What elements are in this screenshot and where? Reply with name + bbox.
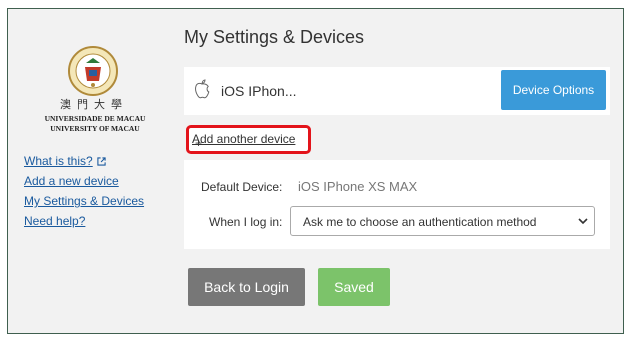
sidebar-link-label: What is this? [24, 154, 93, 168]
page-title: My Settings & Devices [184, 27, 365, 47]
saved-button[interactable]: Saved [318, 268, 390, 306]
device-options-button[interactable]: Device Options [501, 70, 606, 110]
login-behavior-select[interactable]: Ask me to choose an authentication metho… [290, 206, 595, 236]
sidebar-link-my-settings[interactable]: My Settings & Devices [24, 191, 144, 211]
add-device-prefix: + [195, 136, 203, 150]
external-link-icon [97, 157, 106, 166]
sidebar-link-what-is-this[interactable]: What is this? [24, 151, 144, 171]
back-to-login-button[interactable]: Back to Login [188, 268, 305, 306]
settings-panel: Default Device: iOS IPhone XS MAX When I… [184, 160, 610, 249]
add-another-device-row: + Add another device [192, 132, 295, 150]
default-device-value: iOS IPhone XS MAX [298, 179, 418, 194]
logo-portuguese-text: UNIVERSIDADE DE MACAU [44, 114, 146, 123]
sidebar-links: What is this? Add a new device My Settin… [24, 151, 144, 231]
apple-icon [195, 79, 210, 99]
add-another-device-link[interactable]: Add another device [192, 132, 295, 146]
device-card: iOS IPhon... Device Options [184, 67, 610, 115]
sidebar: 澳門大學 UNIVERSIDADE DE MACAU UNIVERSITY OF… [8, 9, 174, 333]
login-behavior-label: When I log in: [209, 215, 283, 229]
sidebar-link-add-new-device[interactable]: Add a new device [24, 171, 144, 191]
logo-english-text: UNIVERSITY OF MACAU [50, 124, 140, 133]
default-device-label: Default Device: [201, 180, 283, 194]
chevron-down-icon [578, 218, 588, 225]
university-seal-icon [68, 46, 118, 96]
sidebar-link-need-help[interactable]: Need help? [24, 211, 144, 231]
main-frame: 澳門大學 UNIVERSIDADE DE MACAU UNIVERSITY OF… [7, 8, 624, 334]
login-behavior-selected: Ask me to choose an authentication metho… [303, 215, 537, 229]
add-another-device-highlight: + Add another device [186, 125, 311, 154]
device-name: iOS IPhon... [221, 83, 297, 99]
logo-chinese-text: 澳門大學 [60, 98, 128, 111]
